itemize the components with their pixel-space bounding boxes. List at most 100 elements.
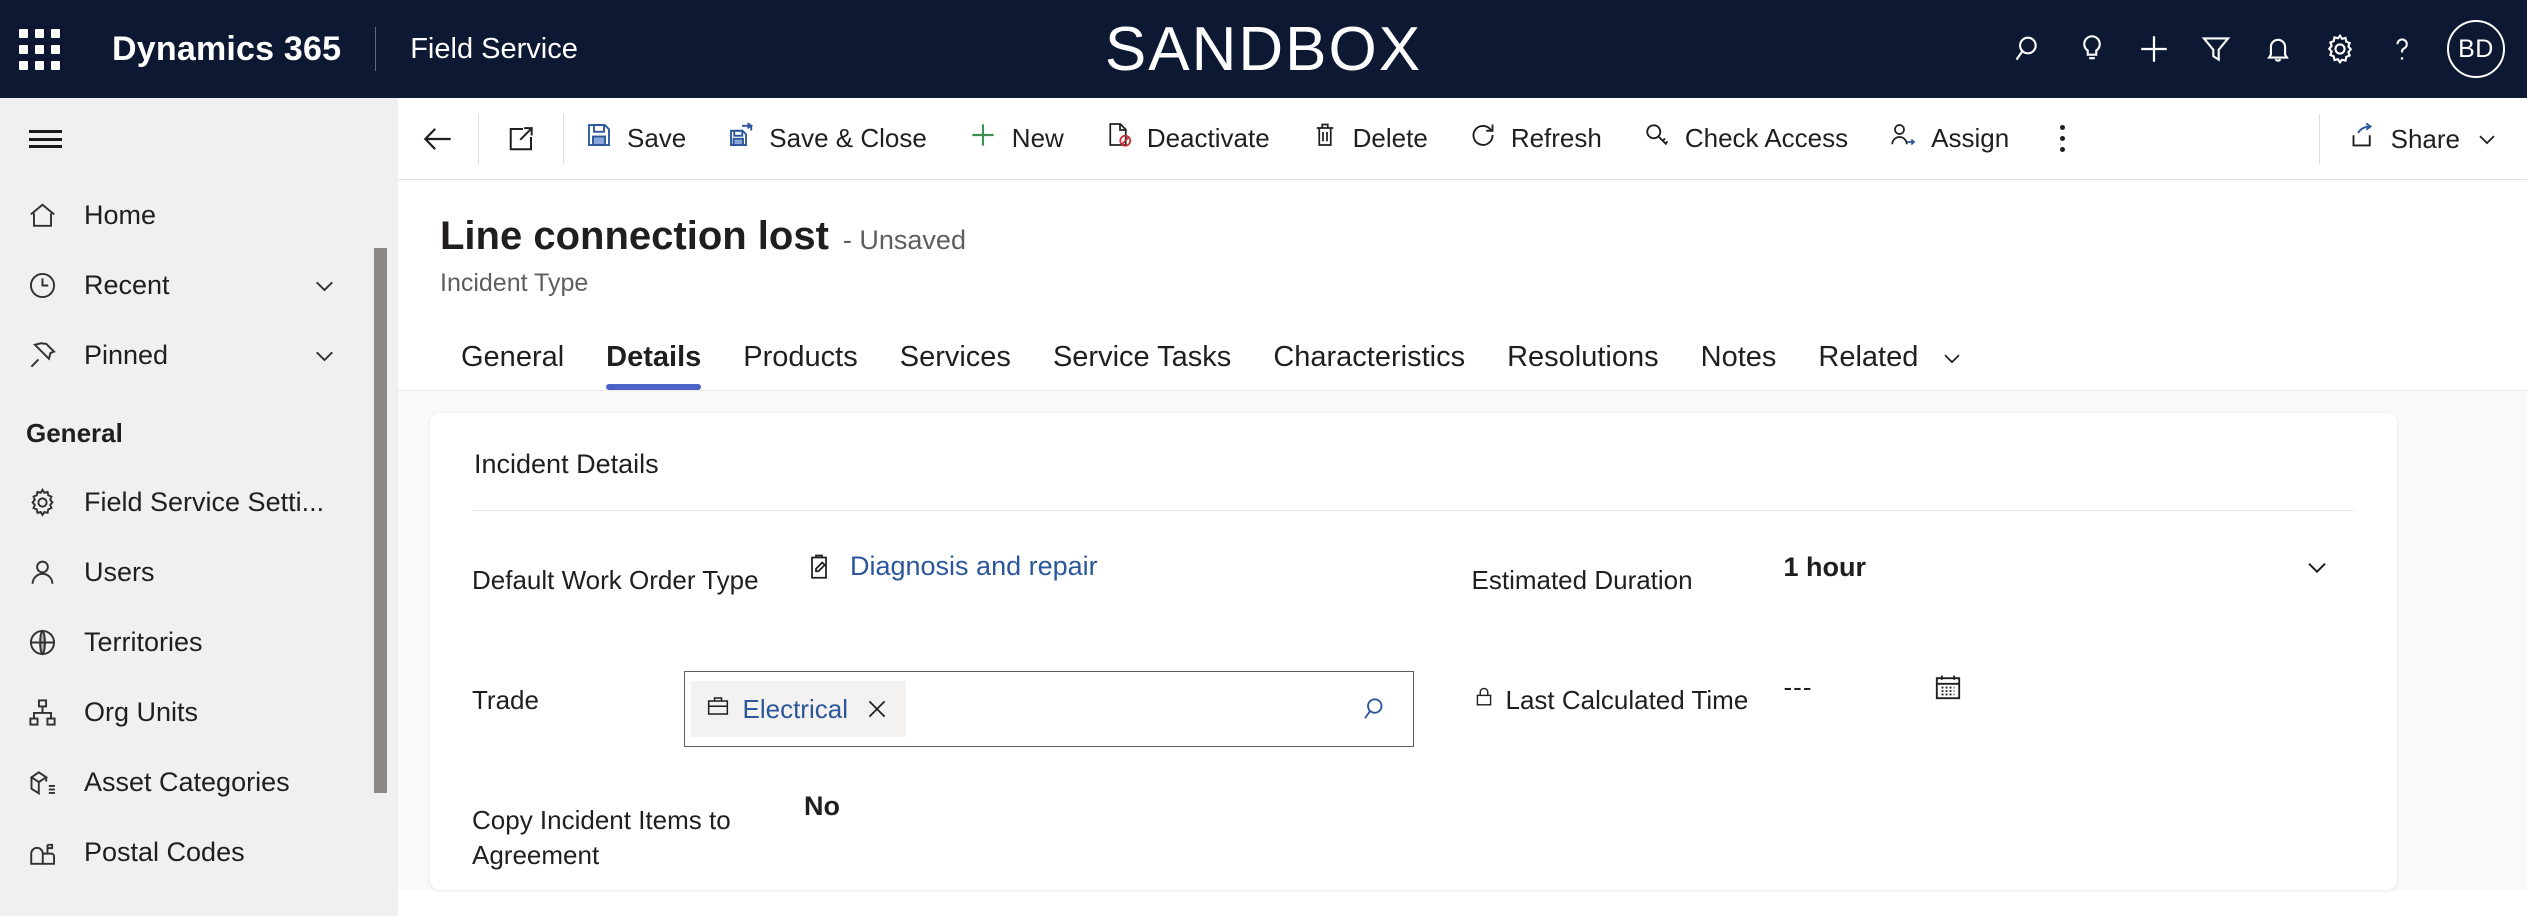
sidebar-item-label: Org Units: [84, 696, 199, 727]
sidebar-item-recent[interactable]: Recent: [0, 250, 398, 320]
tab-characteristics[interactable]: Characteristics: [1252, 341, 1486, 390]
form-column-left: Default Work Order Type Diagnosis and re…: [472, 551, 1414, 890]
search-icon[interactable]: [1361, 694, 1391, 724]
close-icon[interactable]: [860, 696, 894, 722]
tab-notes[interactable]: Notes: [1680, 341, 1798, 390]
person-icon: [26, 556, 84, 589]
more-commands-button[interactable]: [2029, 98, 2095, 180]
globe-icon: [26, 626, 84, 659]
user-avatar[interactable]: BD: [2447, 20, 2505, 78]
estimated-duration-dropdown[interactable]: 1 hour: [1784, 551, 2356, 583]
asset-box-icon: [26, 766, 84, 799]
tab-services[interactable]: Services: [879, 341, 1032, 390]
header-actions: BD: [1999, 0, 2505, 98]
search-icon[interactable]: [1999, 18, 2061, 80]
work-order-type-link[interactable]: Diagnosis and repair: [850, 551, 1098, 582]
filter-icon[interactable]: [2185, 18, 2247, 80]
field-copy-incident-items: Copy Incident Items to Agreement No: [472, 791, 1414, 875]
tab-general[interactable]: General: [440, 341, 585, 390]
page-title: Line connection lost: [440, 214, 829, 258]
work-order-type-icon: [804, 552, 834, 582]
assign-button[interactable]: Assign: [1868, 98, 2029, 180]
chevron-down-icon[interactable]: [2473, 125, 2501, 153]
save-button[interactable]: Save: [564, 98, 706, 180]
tab-related-label: Related: [1818, 341, 1919, 373]
tab-details[interactable]: Details: [585, 341, 722, 390]
field-value[interactable]: No: [804, 791, 1414, 822]
refresh-label: Refresh: [1510, 123, 1602, 153]
sidebar-item-label: Users: [84, 556, 155, 587]
sidebar-item-territories[interactable]: Territories: [0, 607, 398, 677]
sidebar-group-header: General: [26, 418, 123, 448]
save-label: Save: [627, 123, 687, 153]
sidebar-item-home[interactable]: Home: [0, 180, 398, 250]
chevron-down-icon[interactable]: [309, 340, 340, 371]
field-value[interactable]: Diagnosis and repair: [804, 551, 1414, 582]
sidebar-scrollbar[interactable]: [374, 248, 387, 793]
refresh-button[interactable]: Refresh: [1448, 98, 1622, 180]
delete-label: Delete: [1352, 123, 1428, 153]
assign-label: Assign: [1931, 123, 2010, 153]
question-icon[interactable]: [2371, 18, 2433, 80]
tab-related[interactable]: Related: [1797, 341, 1987, 390]
sidebar-item-label: Pinned: [84, 339, 169, 370]
sidebar-item-pinned[interactable]: Pinned: [0, 320, 398, 390]
field-label: Trade: [472, 685, 539, 715]
sidebar-item-label: Territories: [84, 626, 203, 657]
sidebar-item-org-units[interactable]: Org Units: [0, 677, 398, 747]
check-access-button[interactable]: Check Access: [1622, 98, 1868, 180]
save-and-close-button[interactable]: Save & Close: [706, 98, 947, 180]
entity-name: Incident Type: [440, 269, 589, 297]
mailbox-icon: [26, 836, 84, 869]
hamburger-menu-button[interactable]: [0, 98, 90, 180]
trade-lookup-input[interactable]: Electrical: [683, 671, 1414, 747]
check-access-label: Check Access: [1684, 123, 1849, 153]
chevron-down-icon[interactable]: [1938, 344, 1966, 372]
brand-title[interactable]: Dynamics 365: [78, 30, 375, 69]
sidebar-item-users[interactable]: Users: [0, 537, 398, 607]
lightbulb-icon[interactable]: [2061, 18, 2123, 80]
tab-products[interactable]: Products: [722, 341, 878, 390]
tab-service-tasks[interactable]: Service Tasks: [1032, 341, 1252, 390]
lookup-chip-label: Electrical: [742, 693, 848, 724]
lock-icon: [1472, 683, 1496, 709]
plus-icon: [967, 119, 999, 158]
chevron-down-icon[interactable]: [309, 270, 340, 301]
back-button[interactable]: [398, 98, 478, 180]
app-launcher-button[interactable]: [0, 28, 78, 70]
open-in-new-window-button[interactable]: [479, 98, 563, 180]
share-icon: [2348, 121, 2378, 158]
delete-button[interactable]: Delete: [1290, 98, 1448, 180]
tab-resolutions[interactable]: Resolutions: [1486, 341, 1680, 390]
sidebar-item-field-service-settings[interactable]: Field Service Setti...: [0, 467, 398, 537]
field-value: 1 hour: [1784, 551, 2356, 583]
last-calculated-time-value[interactable]: ---: [1784, 672, 1813, 703]
share-button[interactable]: Share: [2320, 98, 2527, 180]
sidebar-item-asset-categories[interactable]: Asset Categories: [0, 747, 398, 817]
chevron-down-icon[interactable]: [2301, 551, 2355, 583]
form-body: Incident Details Default Work Order Type: [398, 391, 2527, 890]
plus-icon[interactable]: [2123, 18, 2185, 80]
app-name[interactable]: Field Service: [376, 33, 578, 66]
command-bar-right: Share: [2318, 98, 2527, 180]
main-content: Save Save & Close New Deactivate Delete …: [398, 98, 2527, 916]
gear-icon[interactable]: [2309, 18, 2371, 80]
field-label: Estimated Duration: [1471, 565, 1693, 595]
calendar-icon[interactable]: [1932, 671, 1964, 703]
new-button[interactable]: New: [947, 98, 1084, 180]
estimated-duration-value: 1 hour: [1783, 551, 1867, 582]
save-icon: [584, 120, 614, 157]
sidebar-item-postal-codes[interactable]: Postal Codes: [0, 817, 398, 887]
deactivate-button[interactable]: Deactivate: [1084, 98, 1290, 180]
sidebar-item-label: Home: [84, 199, 157, 230]
incident-details-card: Incident Details Default Work Order Type: [430, 413, 2397, 890]
field-value: Electrical: [683, 671, 1414, 747]
assign-person-icon: [1888, 120, 1918, 157]
deactivate-label: Deactivate: [1146, 123, 1270, 153]
waffle-icon: [18, 28, 60, 70]
lookup-chip[interactable]: Electrical: [690, 681, 906, 737]
field-trade: Trade Electrical: [472, 671, 1414, 755]
section-title: Incident Details: [474, 449, 659, 479]
briefcase-icon: [705, 693, 731, 726]
bell-icon[interactable]: [2247, 18, 2309, 80]
